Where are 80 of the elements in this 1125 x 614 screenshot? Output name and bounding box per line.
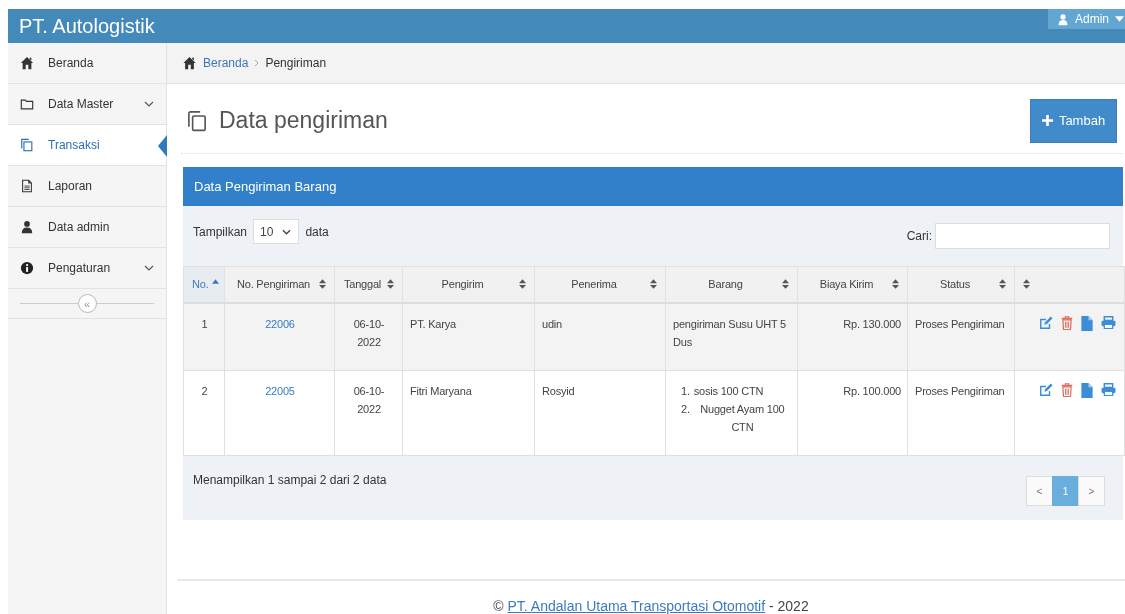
receiver-cell: udin [542, 317, 562, 330]
sort-icon [1023, 279, 1030, 289]
page-length-select[interactable]: 10 [253, 219, 300, 244]
sidebar-item[interactable]: Laporan [8, 166, 166, 207]
length-label: Tampilkan [193, 224, 248, 239]
printer-icon[interactable] [1101, 383, 1116, 396]
chevron-down-icon [282, 228, 292, 235]
sender-cell: Fitri Maryana [410, 385, 472, 397]
goods-item: sosis 100 CTN [693, 384, 764, 399]
column-header[interactable]: Pengirim [402, 266, 535, 303]
home-icon [20, 56, 34, 70]
date-cell: 06-10-2022 [353, 317, 385, 348]
date-cell: 06-10-2022 [353, 385, 385, 415]
length-suffix: data [305, 224, 329, 239]
sidebar-item[interactable]: Transaksi [8, 125, 166, 166]
cost-cell: Rp. 130.000 [843, 317, 901, 330]
sort-icon [319, 279, 326, 289]
list-number: 2. [681, 402, 690, 417]
sort-icon [519, 279, 526, 289]
document-icon[interactable] [1081, 383, 1093, 398]
trash-icon[interactable] [1061, 383, 1073, 397]
receiver-cell: Rosyid [542, 385, 575, 397]
status-cell: Proses Pengiriman [915, 385, 1005, 397]
sort-icon [892, 279, 899, 289]
sidebar-item[interactable]: Data admin [8, 207, 166, 248]
copyright-text: © PT. Andalan Utama Transportasi Otomotif - 2022 [493, 598, 809, 614]
row-number: 2 [201, 385, 208, 397]
edit-icon[interactable] [1039, 315, 1053, 330]
folder-icon [20, 97, 34, 111]
chevron-right-icon [254, 58, 260, 67]
breadcrumb-current: Pengiriman [265, 55, 327, 70]
sort-icon [782, 279, 789, 289]
company-link[interactable]: PT. Andalan Utama Transportasi Otomotif [507, 598, 766, 614]
chevron-down-icon [144, 265, 154, 271]
printer-icon[interactable] [1101, 315, 1116, 329]
search-field[interactable] [935, 222, 1110, 249]
copy-icon [20, 138, 34, 152]
home-icon [182, 55, 197, 70]
breadcrumb-link[interactable]: Beranda [203, 55, 249, 70]
sort-icon [387, 279, 394, 289]
active-pointer-icon [158, 135, 167, 157]
sort-icon [999, 279, 1006, 289]
table-info-text: Menampilkan 1 sampai 2 dari 2 data [193, 473, 387, 487]
plus-icon [1041, 115, 1053, 126]
column-header[interactable]: No. [183, 266, 225, 303]
column-header[interactable]: Biaya Kirim [797, 266, 908, 303]
column-header[interactable]: Tanggal [334, 266, 403, 303]
status-cell: Proses Pengiriman [915, 317, 1005, 330]
goods-item: Nugget Ayam 100 CTN [699, 402, 786, 435]
column-header[interactable]: No. Pengiriman [224, 266, 335, 303]
copy-icon [187, 109, 207, 132]
sidebar-item[interactable]: Beranda [8, 43, 166, 84]
cost-cell: Rp. 100.000 [843, 385, 901, 397]
column-header[interactable]: Penerima [534, 266, 666, 303]
user-icon [20, 220, 34, 234]
sort-ascending-icon [211, 279, 219, 284]
chevron-down-icon [144, 101, 154, 107]
add-button[interactable]: Tambah [1030, 98, 1117, 143]
document-icon[interactable] [1081, 315, 1093, 331]
column-header[interactable]: Barang [665, 266, 798, 303]
info-icon [20, 261, 34, 275]
trash-icon[interactable] [1061, 315, 1073, 330]
caret-icon [1115, 16, 1124, 22]
row-number: 1 [201, 317, 208, 330]
goods-cell: pengiriman Susu UHT 5 Dus [673, 317, 786, 348]
page-title: Data pengiriman [219, 107, 388, 134]
brand-title[interactable]: PT. Autologistik [8, 9, 165, 43]
panel-heading: Data Pengiriman Barang [183, 166, 1123, 206]
shipment-number-link[interactable]: 22005 [265, 385, 295, 397]
sender-cell: PT. Karya [410, 317, 456, 330]
user-icon [1057, 12, 1069, 26]
column-header[interactable]: Status [907, 266, 1015, 303]
document-icon [20, 179, 34, 193]
next-page-button[interactable]: > [1078, 476, 1105, 506]
list-number: 1. [681, 384, 690, 399]
sort-icon [650, 279, 657, 289]
edit-icon[interactable] [1039, 383, 1053, 397]
previous-page-button[interactable]: < [1026, 476, 1053, 506]
shipment-number-link[interactable]: 22006 [265, 317, 295, 330]
search-label: Cari: [906, 228, 932, 243]
